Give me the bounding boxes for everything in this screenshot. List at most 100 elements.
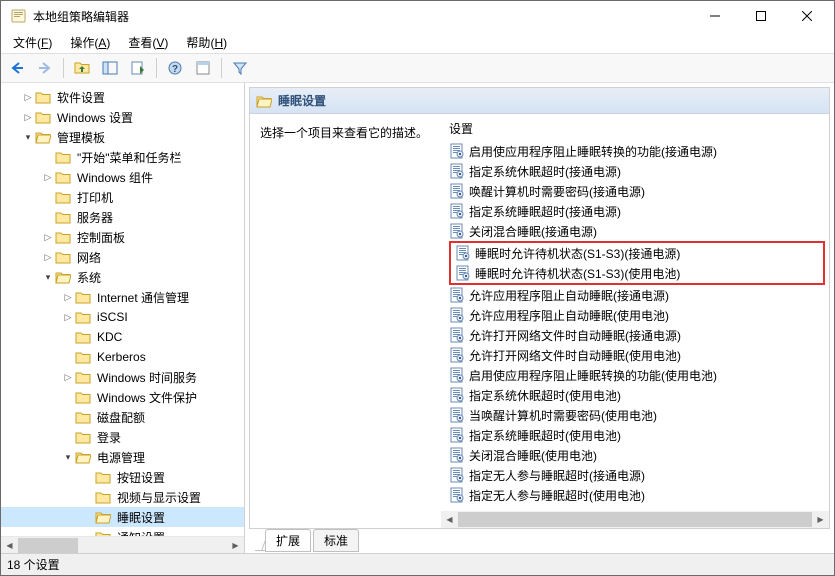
tab-standard[interactable]: 标准 xyxy=(313,529,359,552)
settings-column-header[interactable]: 设置 xyxy=(441,114,829,141)
collapse-icon[interactable]: ▾ xyxy=(21,130,35,144)
tree-item-windows时间服务[interactable]: ▷Windows 时间服务 xyxy=(1,367,244,387)
policy-label: 允许打开网络文件时自动睡眠(使用电池) xyxy=(469,347,681,364)
tree-scroll[interactable]: ▷软件设置 ▷Windows 设置 ▾管理模板 "开始"菜单和任务栏 ▷Wind… xyxy=(1,83,244,536)
tree-item-iscsi[interactable]: ▷iSCSI xyxy=(1,307,244,327)
tree-item-按钮设置[interactable]: 按钮设置 xyxy=(1,467,244,487)
scroll-thumb[interactable] xyxy=(18,538,78,553)
expand-icon[interactable]: ▷ xyxy=(41,170,55,184)
tree-item-kerberos[interactable]: Kerberos xyxy=(1,347,244,367)
highlighted-settings-box: 睡眠时允许待机状态(S1-S3)(接通电源)睡眠时允许待机状态(S1-S3)(使… xyxy=(449,241,825,285)
policy-item[interactable]: 睡眠时允许待机状态(S1-S3)(接通电源) xyxy=(451,243,823,263)
collapse-icon[interactable]: ▾ xyxy=(61,450,75,464)
menu-help[interactable]: 帮助(H) xyxy=(178,32,235,53)
folder-icon xyxy=(55,170,71,184)
right-pane: 睡眠设置 选择一个项目来查看它的描述。 设置 启用使应用程序阻止睡眠转换的功能(… xyxy=(245,83,834,553)
expand-icon[interactable]: ▷ xyxy=(61,370,75,384)
up-one-level-button[interactable] xyxy=(70,56,94,80)
folder-icon xyxy=(55,150,71,164)
close-button[interactable] xyxy=(784,1,830,31)
tree-pane: ▷软件设置 ▷Windows 设置 ▾管理模板 "开始"菜单和任务栏 ▷Wind… xyxy=(1,83,245,553)
policy-label: 指定系统休眠超时(接通电源) xyxy=(469,163,621,180)
scroll-left-icon[interactable]: ◀ xyxy=(441,511,458,528)
scroll-right-icon[interactable]: ▶ xyxy=(812,511,829,528)
policy-item[interactable]: 睡眠时允许待机状态(S1-S3)(使用电池) xyxy=(451,263,823,283)
properties-button[interactable] xyxy=(191,56,215,80)
expand-icon[interactable]: ▷ xyxy=(61,290,75,304)
tree-item-开始菜单和任务栏[interactable]: "开始"菜单和任务栏 xyxy=(1,147,244,167)
nav-forward-button[interactable] xyxy=(33,56,57,80)
scroll-thumb[interactable] xyxy=(458,512,812,527)
policy-item[interactable]: 允许应用程序阻止自动睡眠(接通电源) xyxy=(445,285,829,305)
policy-item[interactable]: 启用使应用程序阻止睡眠转换的功能(使用电池) xyxy=(445,365,829,385)
app-icon xyxy=(11,8,27,24)
tree-item-网络[interactable]: ▷网络 xyxy=(1,247,244,267)
policy-item[interactable]: 允许应用程序阻止自动睡眠(使用电池) xyxy=(445,305,829,325)
folder-icon xyxy=(55,270,71,284)
policy-item[interactable]: 指定无人参与睡眠超时(使用电池) xyxy=(445,485,829,505)
tab-extended[interactable]: 扩展 xyxy=(265,529,311,552)
tree-item-控制面板[interactable]: ▷控制面板 xyxy=(1,227,244,247)
policy-item[interactable]: 允许打开网络文件时自动睡眠(使用电池) xyxy=(445,345,829,365)
tree-item-kdc[interactable]: KDC xyxy=(1,327,244,347)
policy-item[interactable]: 指定系统睡眠超时(接通电源) xyxy=(445,201,829,221)
policy-item[interactable]: 允许打开网络文件时自动睡眠(接通电源) xyxy=(445,325,829,345)
list-horizontal-scrollbar[interactable]: ◀ ▶ xyxy=(441,511,829,528)
policy-item[interactable]: 关闭混合睡眠(使用电池) xyxy=(445,445,829,465)
nav-back-button[interactable] xyxy=(5,56,29,80)
tree-item-windows文件保护[interactable]: Windows 文件保护 xyxy=(1,387,244,407)
tree-item-登录[interactable]: 登录 xyxy=(1,427,244,447)
tree-item-internet通信管理[interactable]: ▷Internet 通信管理 xyxy=(1,287,244,307)
export-list-button[interactable] xyxy=(126,56,150,80)
policy-item[interactable]: 指定系统睡眠超时(使用电池) xyxy=(445,425,829,445)
tree-item-服务器[interactable]: 服务器 xyxy=(1,207,244,227)
expand-icon[interactable]: ▷ xyxy=(61,310,75,324)
policy-item[interactable]: 指定无人参与睡眠超时(接通电源) xyxy=(445,465,829,485)
policy-icon xyxy=(449,367,465,383)
tree-horizontal-scrollbar[interactable]: ◀ ▶ xyxy=(1,536,244,553)
policy-icon xyxy=(455,245,471,261)
filter-button[interactable] xyxy=(228,56,252,80)
tree-item-睡眠设置[interactable]: 睡眠设置 xyxy=(1,507,244,527)
tree-item-系统[interactable]: ▾系统 xyxy=(1,267,244,287)
tree-item-软件设置[interactable]: ▷软件设置 xyxy=(1,87,244,107)
tree-item-视频与显示设置[interactable]: 视频与显示设置 xyxy=(1,487,244,507)
policy-icon xyxy=(449,387,465,403)
tree-item-磁盘配额[interactable]: 磁盘配额 xyxy=(1,407,244,427)
window: 本地组策略编辑器 文件(F) 操作(A) 查看(V) 帮助(H) ? ▷软件设置 xyxy=(0,0,835,576)
menu-file[interactable]: 文件(F) xyxy=(5,32,60,53)
menu-view[interactable]: 查看(V) xyxy=(120,32,176,53)
expand-icon[interactable]: ▷ xyxy=(41,230,55,244)
menu-action[interactable]: 操作(A) xyxy=(62,32,118,53)
help-button[interactable]: ? xyxy=(163,56,187,80)
right-content: 睡眠设置 选择一个项目来查看它的描述。 设置 启用使应用程序阻止睡眠转换的功能(… xyxy=(249,87,830,529)
maximize-button[interactable] xyxy=(738,1,784,31)
policy-item[interactable]: 指定系统休眠超时(使用电池) xyxy=(445,385,829,405)
tree-item-管理模板[interactable]: ▾管理模板 xyxy=(1,127,244,147)
collapse-icon[interactable]: ▾ xyxy=(41,270,55,284)
scroll-right-icon[interactable]: ▶ xyxy=(227,537,244,554)
expand-icon[interactable]: ▷ xyxy=(21,110,35,124)
policy-item[interactable]: 指定系统休眠超时(接通电源) xyxy=(445,161,829,181)
tree-item-windows组件[interactable]: ▷Windows 组件 xyxy=(1,167,244,187)
tree-item-电源管理[interactable]: ▾电源管理 xyxy=(1,447,244,467)
policy-item[interactable]: 当唤醒计算机时需要密码(使用电池) xyxy=(445,405,829,425)
expand-icon[interactable]: ▷ xyxy=(21,90,35,104)
minimize-button[interactable] xyxy=(692,1,738,31)
tree-item-通知设置[interactable]: 通知设置 xyxy=(1,527,244,536)
expand-icon[interactable]: ▷ xyxy=(41,250,55,264)
policy-label: 允许应用程序阻止自动睡眠(接通电源) xyxy=(469,287,669,304)
settings-list[interactable]: 启用使应用程序阻止睡眠转换的功能(接通电源) 指定系统休眠超时(接通电源)唤醒计算… xyxy=(441,141,829,511)
policy-item[interactable]: 启用使应用程序阻止睡眠转换的功能(接通电源) xyxy=(445,141,829,161)
tree-item-打印机[interactable]: 打印机 xyxy=(1,187,244,207)
tree-item-windows设置[interactable]: ▷Windows 设置 xyxy=(1,107,244,127)
folder-icon xyxy=(75,310,91,324)
policy-item[interactable]: 关闭混合睡眠(接通电源) xyxy=(445,221,829,241)
show-hide-tree-button[interactable] xyxy=(98,56,122,80)
scroll-left-icon[interactable]: ◀ xyxy=(1,537,18,554)
policy-item[interactable]: 唤醒计算机时需要密码(接通电源) xyxy=(445,181,829,201)
policy-icon xyxy=(449,347,465,363)
policy-icon xyxy=(449,223,465,239)
window-title: 本地组策略编辑器 xyxy=(33,8,692,25)
description-text: 选择一个项目来查看它的描述。 xyxy=(260,124,430,141)
